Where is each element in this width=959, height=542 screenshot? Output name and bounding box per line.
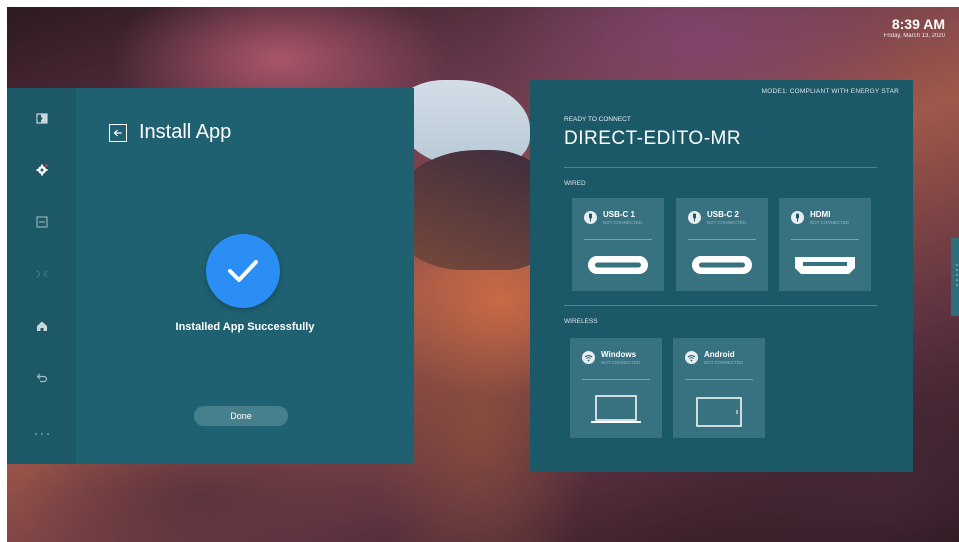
clock: 8:39 AM Friday, March 13, 2020 <box>884 16 945 39</box>
port-status: NOT CONNECTED <box>810 220 850 225</box>
install-app-panel: Install App Installed App Successfully D… <box>76 88 414 464</box>
screen-border-top <box>0 0 959 7</box>
install-header: Install App <box>109 121 231 144</box>
port-status: NOT CONNECTED <box>603 220 643 225</box>
back-button[interactable] <box>109 123 127 142</box>
done-button[interactable]: Done <box>194 406 288 426</box>
clock-time: 8:39 AM <box>891 16 945 32</box>
wired-card-usb-c-2[interactable]: USB-C 2 NOT CONNECTED <box>676 198 768 291</box>
port-name: USB-C 1 <box>603 210 636 219</box>
sidebar <box>7 88 76 464</box>
divider <box>564 305 877 306</box>
device-name: DIRECT-EDITO-MR <box>564 128 742 149</box>
wifi-icon <box>582 351 595 364</box>
usb-c-port-graphic <box>572 254 664 276</box>
arrow-left-icon <box>113 129 122 136</box>
card-divider <box>688 239 756 240</box>
wired-card-hdmi[interactable]: HDMI NOT CONNECTED <box>779 198 871 291</box>
card-divider <box>584 239 652 240</box>
sidebar-item-more[interactable] <box>7 414 76 454</box>
device-type-status: NOT CONNECTED <box>704 360 744 365</box>
device-type-status: NOT CONNECTED <box>601 360 641 365</box>
note-icon <box>35 216 48 228</box>
hdmi-port-graphic <box>779 254 871 276</box>
more-dots-icon <box>34 433 49 435</box>
divider <box>564 167 877 168</box>
wallpaper-ridge <box>390 150 550 270</box>
usb-plug-icon <box>688 211 701 224</box>
panel-drawer-handle[interactable] <box>951 238 959 316</box>
wireless-card-windows[interactable]: Windows NOT CONNECTED <box>570 338 662 438</box>
card-divider <box>685 379 753 380</box>
sidebar-item-sign-in[interactable] <box>7 98 76 138</box>
wired-section-label: WIRED <box>564 180 586 187</box>
device-type-name: Windows <box>601 350 637 359</box>
usb-plug-icon <box>791 211 804 224</box>
gear-icon <box>36 164 48 176</box>
page-title: Install App <box>139 121 232 143</box>
connect-panel: MODE1: COMPLIANT WITH ENERGY STAR READY … <box>530 80 913 472</box>
grip-dots-icon <box>956 264 958 286</box>
ready-to-connect-label: READY TO CONNECT <box>564 116 631 123</box>
sidebar-item-settings[interactable] <box>7 150 76 190</box>
clock-date: Friday, March 13, 2020 <box>883 33 945 39</box>
port-name: USB-C 2 <box>707 210 740 219</box>
success-check-icon <box>206 234 280 308</box>
cast-icon <box>36 270 47 278</box>
wireless-card-android[interactable]: Android NOT CONNECTED <box>673 338 765 438</box>
wifi-icon <box>685 351 698 364</box>
usb-c-port-graphic <box>676 254 768 276</box>
sidebar-item-screen-share[interactable] <box>7 254 76 294</box>
wireless-section-label: WIRELESS <box>564 318 598 325</box>
port-status: NOT CONNECTED <box>707 220 747 225</box>
usb-plug-icon <box>584 211 597 224</box>
screen-border-left <box>0 0 7 542</box>
tablet-graphic <box>673 396 765 428</box>
sidebar-item-home[interactable] <box>7 306 76 346</box>
login-icon <box>35 112 48 124</box>
wired-card-usb-c-1[interactable]: USB-C 1 NOT CONNECTED <box>572 198 664 291</box>
sidebar-item-whiteboard[interactable] <box>7 202 76 242</box>
card-divider <box>791 239 859 240</box>
sidebar-item-back[interactable] <box>7 358 76 398</box>
success-message: Installed App Successfully <box>175 321 315 333</box>
energy-mode-label: MODE1: COMPLIANT WITH ENERGY STAR <box>761 88 899 95</box>
card-divider <box>582 379 650 380</box>
laptop-graphic <box>570 394 662 426</box>
device-type-name: Android <box>704 350 735 359</box>
port-name: HDMI <box>810 210 831 219</box>
checkmark-icon <box>228 260 258 282</box>
home-icon <box>36 321 47 331</box>
back-arrow-icon <box>36 373 47 383</box>
